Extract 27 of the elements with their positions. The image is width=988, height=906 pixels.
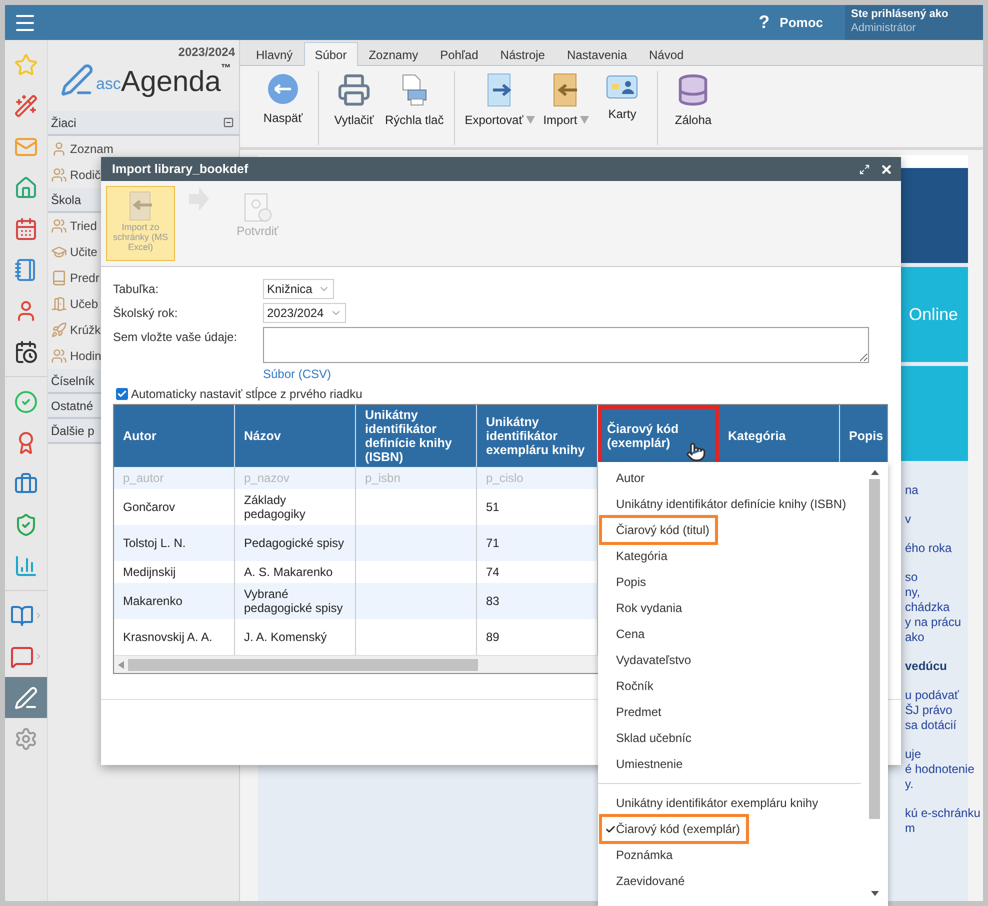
checkbox-label: Automaticky nastaviť stĺpce z prvého riadku [131, 387, 362, 401]
field-label: Sem vložte vaše údaje: [113, 329, 238, 344]
news-text: kú e-schránku m [905, 806, 980, 836]
field-label: Školský rok: [113, 305, 179, 320]
news-text: so ny, chádzka y na prácu ako [905, 570, 962, 645]
logo-prefix: asc [96, 76, 121, 94]
table-cell: 83 [477, 583, 598, 619]
news-text: ého roka [905, 541, 952, 556]
table-cell: Vybrané pedagogické spisy [235, 583, 356, 619]
news-text: na [905, 483, 918, 498]
trademark: ™ [220, 63, 231, 74]
hint-cell: p_cislo [477, 467, 598, 489]
table-cell: Makarenko [114, 583, 235, 619]
field-label: Tabuľka: [113, 281, 160, 296]
school-year: 2023/2024 [178, 44, 236, 59]
hint-cell: p_autor [114, 467, 235, 489]
news-text: uje é hodnotenie y. [905, 747, 974, 792]
hint-cell: p_nazov [235, 467, 356, 489]
hint-cell: p_isbn [356, 467, 477, 489]
logo-name: Agenda [120, 68, 221, 97]
table-cell: Pedagogické spisy [235, 525, 356, 561]
table-cell: Tolstoj L. N. [114, 525, 235, 561]
table-cell: 71 [477, 525, 598, 561]
news-text: u podávať ŠJ právo sa dotácií [905, 688, 959, 733]
news-text: vedúcu [905, 659, 948, 674]
news-text: v [905, 512, 911, 527]
dialog-title: Import library_bookdef [112, 162, 250, 176]
